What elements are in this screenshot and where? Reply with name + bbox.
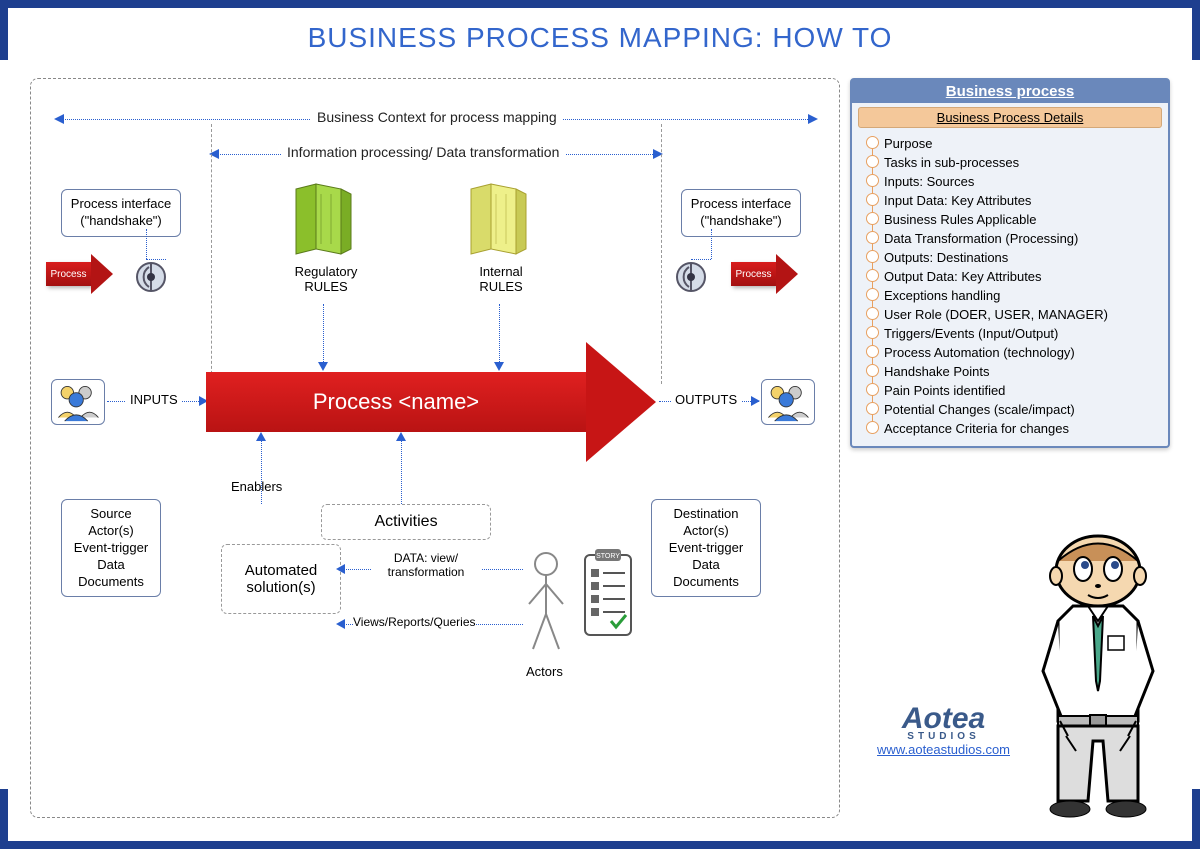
logo-name: Aotea	[877, 707, 1010, 731]
logo-url: www.aoteastudios.com	[877, 742, 1010, 757]
guide-line	[211, 124, 212, 384]
panel-item: Exceptions handling	[860, 286, 1160, 305]
mascot-illustration	[1028, 521, 1168, 821]
panel-item: Process Automation (technology)	[860, 343, 1160, 362]
panel-list: PurposeTasks in sub-processesInputs: Sou…	[852, 130, 1168, 446]
data-view-label: DATA: view/ transformation	[371, 551, 481, 579]
panel-item: Potential Changes (scale/impact)	[860, 400, 1160, 419]
panel-item: Triggers/Events (Input/Output)	[860, 324, 1160, 343]
activities-box: Activities	[321, 504, 491, 540]
panel-item: Pain Points identified	[860, 381, 1160, 400]
info-span-label: Information processing/ Data transformat…	[281, 144, 565, 160]
actors-label: Actors	[526, 664, 563, 679]
svg-text:STORY: STORY	[596, 553, 620, 560]
diagram-container: Business Context for process mapping Inf…	[30, 78, 840, 818]
source-box-text: Source Actor(s) Event-trigger Data Docum…	[74, 506, 148, 589]
connector	[261, 439, 262, 504]
panel-item: Acceptance Criteria for changes	[860, 419, 1160, 438]
regulatory-rules-label: Regulatory RULES	[281, 264, 371, 294]
panel-item: Tasks in sub-processes	[860, 153, 1160, 172]
context-span-label: Business Context for process mapping	[311, 109, 563, 125]
internal-rules-label: Internal RULES	[461, 264, 541, 294]
regulatory-rules-icon	[286, 179, 356, 259]
panel-item: Input Data: Key Attributes	[860, 191, 1160, 210]
activities-label: Activities	[374, 513, 437, 530]
frame-bar	[200, 841, 1000, 849]
guide-line	[661, 124, 662, 384]
gate-icon-left	[131, 257, 171, 297]
gate-icon-right	[671, 257, 711, 297]
source-box: Source Actor(s) Event-trigger Data Docum…	[61, 499, 161, 597]
actor-icon	[521, 549, 571, 659]
dest-actors-icon	[761, 379, 815, 425]
arrowhead-icon	[336, 564, 345, 574]
connector	[499, 304, 500, 364]
arrowhead-icon	[336, 619, 345, 629]
outputs-label: OUTPUTS	[671, 392, 741, 407]
dest-box: Destination Actor(s) Event-trigger Data …	[651, 499, 761, 597]
process-out-label: Process	[735, 269, 771, 280]
automated-box: Automated solution(s)	[221, 544, 341, 614]
panel-subtitle: Business Process Details	[858, 107, 1162, 128]
arrowhead-icon	[396, 432, 406, 441]
panel-item: Data Transformation (Processing)	[860, 229, 1160, 248]
process-arrow-in: Process	[46, 254, 116, 294]
panel-item: Business Rules Applicable	[860, 210, 1160, 229]
arrowhead-icon	[751, 396, 760, 406]
handshake-right-box: Process interface ("handshake")	[681, 189, 801, 237]
handshake-left-text: Process interface ("handshake")	[71, 196, 171, 228]
panel-item: Output Data: Key Attributes	[860, 267, 1160, 286]
arrowhead-icon	[256, 432, 266, 441]
page-title: BUSINESS PROCESS MAPPING: HOW TO	[0, 22, 1200, 54]
automated-label: Automated solution(s)	[232, 562, 330, 596]
views-reports-label: Views/Reports/Queries	[353, 615, 476, 629]
panel-item: Purpose	[860, 134, 1160, 153]
process-name-label: Process <name>	[313, 389, 479, 415]
frame-bar	[200, 0, 1000, 8]
handshake-left-box: Process interface ("handshake")	[61, 189, 181, 237]
source-actors-icon	[51, 379, 105, 425]
connector	[146, 229, 147, 259]
inputs-label: INPUTS	[126, 392, 182, 407]
connector	[711, 229, 712, 259]
internal-rules-icon	[461, 179, 531, 259]
clipboard-icon: STORY	[581, 549, 635, 644]
panel-item: Outputs: Destinations	[860, 248, 1160, 267]
panel-item: Inputs: Sources	[860, 172, 1160, 191]
panel-item: Handshake Points	[860, 362, 1160, 381]
details-panel: Business process Business Process Detail…	[850, 78, 1170, 448]
enablers-label: Enablers	[231, 479, 282, 494]
process-main-arrow: Process <name>	[206, 362, 646, 442]
handshake-right-text: Process interface ("handshake")	[691, 196, 791, 228]
panel-item: User Role (DOER, USER, MANAGER)	[860, 305, 1160, 324]
panel-title: Business process	[852, 80, 1168, 103]
dest-box-text: Destination Actor(s) Event-trigger Data …	[669, 506, 743, 589]
aotea-logo: Aotea STUDIOS www.aoteastudios.com	[877, 707, 1010, 757]
logo-sub: STUDIOS	[877, 731, 1010, 742]
connector	[323, 304, 324, 364]
connector	[401, 439, 402, 504]
process-in-label: Process	[50, 269, 86, 280]
process-arrow-out: Process	[731, 254, 801, 294]
